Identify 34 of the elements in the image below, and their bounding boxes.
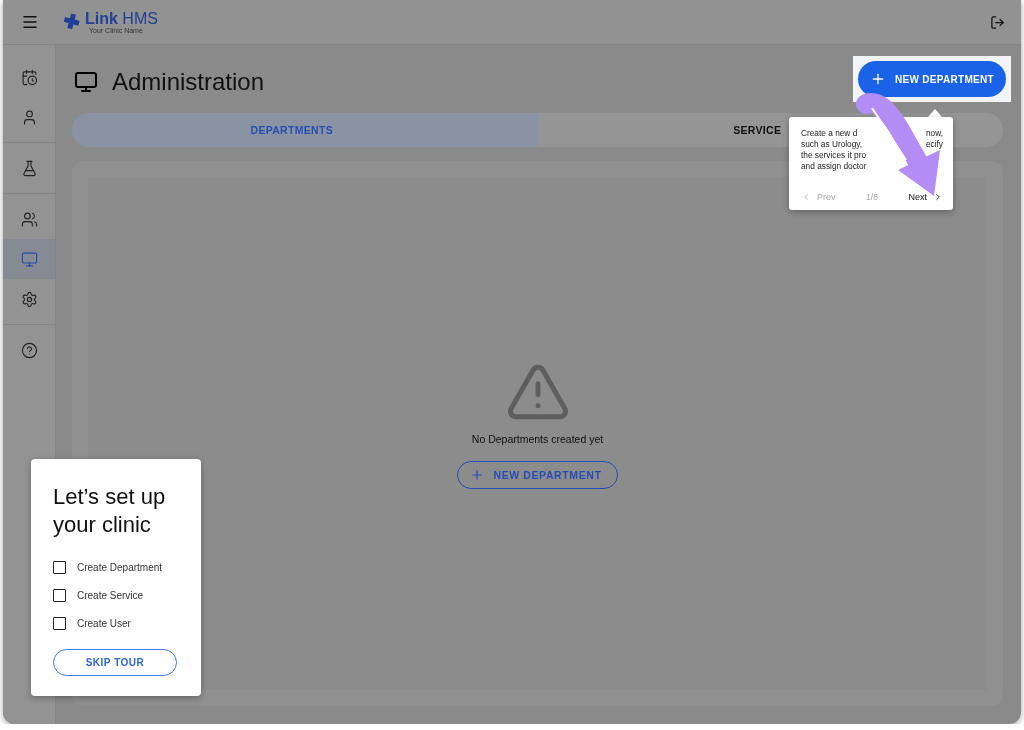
logo-icon xyxy=(63,13,81,31)
tooltip-text: Create a new d xyxy=(801,128,858,139)
chevron-left-icon xyxy=(801,192,811,202)
settings-icon xyxy=(20,290,38,308)
step-counter: 1/8 xyxy=(866,192,878,202)
page-title: Administration xyxy=(112,68,265,96)
chevron-right-icon xyxy=(933,192,943,202)
tooltip-text: the services it pro xyxy=(801,150,867,161)
task-label: Create Department xyxy=(77,561,163,573)
calendar-clock-icon xyxy=(20,68,38,86)
monitor-icon xyxy=(20,250,38,268)
plus-icon xyxy=(870,71,886,87)
task-label: Create Service xyxy=(77,589,144,601)
tooltip-text: ecify xyxy=(925,139,943,150)
logout-button[interactable] xyxy=(990,14,1005,30)
plus-icon xyxy=(469,467,484,482)
next-button[interactable]: Next xyxy=(908,192,943,202)
monitor-icon xyxy=(74,70,98,94)
task-label: Create User xyxy=(77,617,131,629)
setup-title: Let’s set up your clinic xyxy=(53,483,167,539)
tooltip-text: now, xyxy=(925,128,943,139)
help-icon xyxy=(20,341,38,359)
new-department-button[interactable]: NEW DEPARTMENT xyxy=(858,61,1006,97)
flask-icon xyxy=(20,159,38,177)
checkbox[interactable] xyxy=(53,616,66,630)
skip-tour-button[interactable]: SKIP TOUR xyxy=(53,649,177,676)
checkbox[interactable] xyxy=(53,560,66,574)
brand-name: Link HMS xyxy=(85,10,158,27)
tooltip-text: and assign doctor xyxy=(801,161,867,172)
users-icon xyxy=(20,210,38,228)
empty-message: No Departments created yet xyxy=(471,432,604,445)
checkbox[interactable] xyxy=(53,588,66,602)
menu-button[interactable] xyxy=(21,13,39,31)
tooltip-text: such as Urology, xyxy=(801,139,863,150)
